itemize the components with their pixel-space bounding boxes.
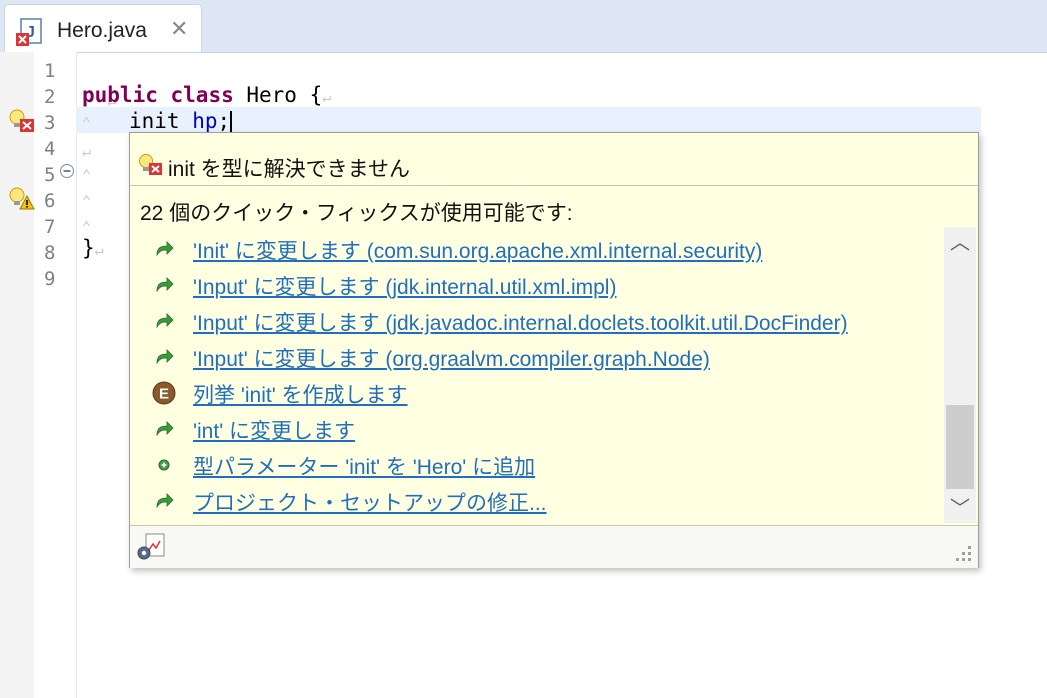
- fold-collapse-icon[interactable]: [59, 163, 75, 179]
- code-line-3[interactable]: ⌃ init hp;: [82, 109, 233, 133]
- semicolon: ;: [217, 109, 231, 133]
- popup-header: init を型に解決できません: [130, 133, 978, 186]
- tab-title: Hero.java: [57, 19, 147, 42]
- fix-item-input-xml-impl[interactable]: 'Input' に変更します (jdk.internal.util.xml.im…: [152, 269, 942, 301]
- line-break-marker: ↵: [94, 241, 104, 259]
- fix-item-create-enum[interactable]: E 列挙 'init' を作成します: [152, 377, 942, 409]
- line-number: 9: [44, 268, 56, 290]
- field-hp: hp: [192, 109, 218, 133]
- resize-grip-icon[interactable]: [952, 542, 974, 564]
- fix-label[interactable]: 列挙 'init' を作成します: [193, 379, 408, 409]
- line-number: 6: [44, 190, 56, 212]
- svg-text:E: E: [159, 386, 169, 403]
- editor-tab-bar: J Hero.java ✕: [0, 0, 1047, 53]
- fix-label[interactable]: 'Input' に変更します (jdk.internal.util.xml.im…: [193, 271, 616, 301]
- annotation-ruler: [0, 52, 34, 698]
- line-number: 4: [44, 138, 56, 160]
- line-number: 2: [44, 86, 56, 108]
- code-line-4[interactable]: ↵: [82, 137, 91, 161]
- tab-hero-java[interactable]: J Hero.java ✕: [4, 4, 202, 52]
- change-arrow-icon: [156, 493, 174, 509]
- quick-fix-error-icon[interactable]: [8, 108, 36, 134]
- code-line-8[interactable]: }↵: [82, 236, 104, 260]
- tab-marker: ⌃: [82, 166, 92, 184]
- fix-label[interactable]: 'Input' に変更します (jdk.javadoc.internal.doc…: [193, 307, 848, 337]
- change-arrow-icon: [156, 313, 174, 329]
- line-number-ruler: 1 2 3 4 5 6 7 8 9: [34, 52, 77, 698]
- fix-item-change-int[interactable]: 'int' に変更します: [152, 413, 942, 445]
- fix-label[interactable]: 'Input' に変更します (org.graalvm.compiler.gra…: [193, 343, 710, 373]
- code-line-6[interactable]: ⌃: [82, 187, 91, 211]
- change-arrow-icon: [156, 241, 174, 257]
- popup-footer: [130, 525, 978, 568]
- line-number: 1: [44, 60, 56, 82]
- code-line-5[interactable]: ⌃: [82, 161, 91, 185]
- fix-item-project-setup[interactable]: プロジェクト・セットアップの修正...: [152, 485, 942, 517]
- fix-list-scrollbar[interactable]: ︿ ﹀: [944, 227, 976, 523]
- tab-marker: ⌃: [82, 192, 92, 210]
- quick-fix-warning-icon[interactable]: [8, 186, 36, 212]
- quick-fix-list: 'Init' に変更します (com.sun.org.apache.xml.in…: [130, 223, 944, 525]
- tab-marker: ⌃: [82, 218, 92, 236]
- class-declaration: Hero {: [233, 83, 323, 107]
- line-break-marker: ↵: [82, 142, 92, 160]
- tab-marker: ⌃: [82, 114, 92, 132]
- fix-label[interactable]: プロジェクト・セットアップの修正...: [193, 487, 547, 517]
- text-caret: [230, 111, 233, 133]
- code-line-2[interactable]: public class Hero {↵: [82, 83, 331, 107]
- change-arrow-icon: [156, 349, 174, 365]
- fix-item-add-type-parameter[interactable]: 型パラメーター 'init' を 'Hero' に追加: [152, 449, 942, 481]
- change-arrow-icon: [156, 421, 174, 437]
- keyword-class: class: [170, 83, 234, 107]
- fix-label[interactable]: 型パラメーター 'init' を 'Hero' に追加: [193, 451, 535, 481]
- keyword-public: public: [82, 83, 158, 107]
- scroll-down-button[interactable]: ﹀: [944, 493, 976, 523]
- scroll-up-button[interactable]: ︿: [944, 227, 976, 257]
- java-file-error-icon: J: [16, 18, 42, 46]
- error-lightbulb-icon: [139, 154, 162, 175]
- preferences-icon[interactable]: [134, 532, 168, 562]
- line-number: 3: [44, 112, 56, 134]
- fix-item-input-graalvm[interactable]: 'Input' に変更します (org.graalvm.compiler.gra…: [152, 341, 942, 373]
- unresolved-type-init: init: [128, 109, 180, 133]
- scroll-thumb[interactable]: [946, 405, 974, 489]
- line-number: 8: [44, 242, 56, 264]
- enum-icon: E: [152, 381, 176, 405]
- line-number: 7: [44, 216, 56, 238]
- fix-item-input-docfinder[interactable]: 'Input' に変更します (jdk.javadoc.internal.doc…: [152, 305, 942, 337]
- code-line-7[interactable]: ⌃: [82, 213, 91, 237]
- fix-label[interactable]: 'Init' に変更します (com.sun.org.apache.xml.in…: [193, 235, 762, 265]
- problem-title: init を型に解決できません: [168, 158, 411, 181]
- fix-label[interactable]: 'int' に変更します: [193, 415, 355, 445]
- quick-fix-popup: init を型に解決できません 22 個のクイック・フィックスが使用可能です: …: [129, 132, 979, 568]
- change-arrow-icon: [156, 277, 174, 293]
- closing-brace: }: [82, 236, 95, 260]
- fix-item-init-security[interactable]: 'Init' に変更します (com.sun.org.apache.xml.in…: [152, 233, 942, 265]
- add-icon: [158, 459, 170, 471]
- line-break-marker: ↵: [322, 88, 332, 106]
- close-icon[interactable]: ✕: [170, 17, 188, 42]
